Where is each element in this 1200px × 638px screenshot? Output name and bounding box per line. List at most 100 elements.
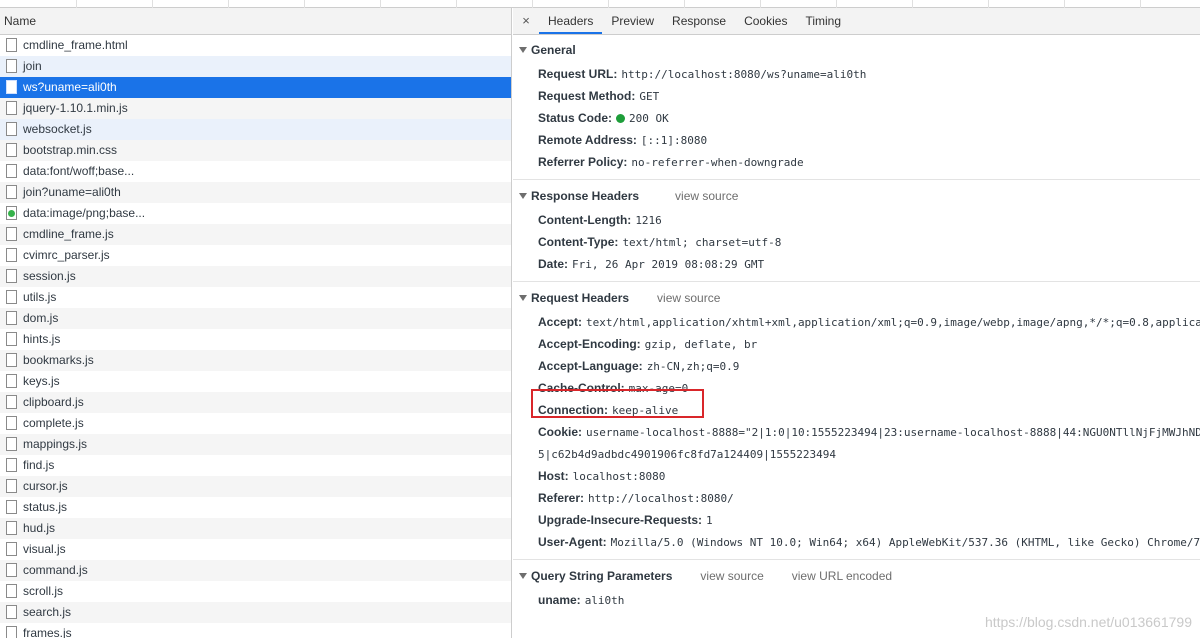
request-list: cmdline_frame.htmljoin ws?uname=ali0th jqu…: [0, 35, 511, 638]
request-row[interactable]: visual.js: [0, 539, 511, 560]
request-headers-toggle[interactable]: Request Headers view source: [513, 288, 1200, 308]
file-icon: [6, 290, 17, 304]
request-row-label: cmdline_frame.html: [23, 37, 128, 52]
request-row-label: find.js: [23, 457, 55, 472]
tab-headers[interactable]: Headers: [539, 8, 603, 34]
request-row[interactable]: dom.js: [0, 308, 511, 329]
file-icon: [6, 437, 17, 451]
file-icon: [6, 101, 17, 115]
request-row-label: join?uname=ali0th: [23, 184, 121, 199]
request-row[interactable]: command.js: [0, 560, 511, 581]
general-title: General: [531, 43, 576, 57]
response-headers-section: Response Headers view source Content-Len…: [513, 180, 1200, 282]
response-header-row: Content-Type: text/html; charset=utf-8: [538, 235, 782, 249]
request-row[interactable]: complete.js: [0, 413, 511, 434]
file-icon: [6, 164, 17, 178]
request-row[interactable]: ws?uname=ali0th: [0, 77, 511, 98]
response-header-row: Content-Length: 1216: [538, 213, 662, 227]
response-header-row: Date: Fri, 26 Apr 2019 08:08:29 GMT: [538, 257, 765, 271]
request-row[interactable]: cvimrc_parser.js: [0, 245, 511, 266]
header-request-method: Request Method: GET: [538, 89, 660, 103]
close-icon[interactable]: ×: [513, 8, 539, 34]
request-row-label: bookmarks.js: [23, 352, 94, 367]
file-icon: [6, 353, 17, 367]
request-row[interactable]: websocket.js: [0, 119, 511, 140]
header-cookie-continued: 5|c62b4d9adbdc4901906fc8fd7a124409|15552…: [538, 448, 837, 461]
request-row[interactable]: join: [0, 56, 511, 77]
query-view-source-link[interactable]: view source: [700, 569, 763, 583]
triangle-down-icon: [519, 295, 527, 301]
request-row[interactable]: keys.js: [0, 371, 511, 392]
tab-cookies[interactable]: Cookies: [735, 8, 796, 34]
request-row-label: visual.js: [23, 541, 66, 556]
request-row-label: data:font/woff;base...: [23, 163, 135, 178]
waterfall-strip: [0, 0, 1200, 8]
request-row-label: ws?uname=ali0th: [23, 79, 117, 94]
header-accept-language: Accept-Language: zh-CN,zh;q=0.9: [538, 359, 740, 373]
status-ok-dot-icon: [616, 114, 626, 123]
header-remote-address: Remote Address: [::1]:8080: [538, 133, 708, 147]
request-row[interactable]: data:font/woff;base...: [0, 161, 511, 182]
file-icon: [6, 416, 17, 430]
file-icon: [6, 122, 17, 136]
query-params-toggle[interactable]: Query String Parameters view source view…: [513, 566, 1200, 586]
file-icon: [6, 38, 17, 52]
tab-timing[interactable]: Timing: [796, 8, 850, 34]
header-referrer-policy: Referrer Policy: no-referrer-when-downgra…: [538, 155, 804, 169]
request-row[interactable]: cursor.js: [0, 476, 511, 497]
file-icon: [6, 332, 17, 346]
file-icon: [6, 500, 17, 514]
triangle-down-icon: [519, 47, 527, 53]
request-row[interactable]: cmdline_frame.js: [0, 224, 511, 245]
general-section-toggle[interactable]: General: [513, 40, 1200, 60]
request-row-label: cvimrc_parser.js: [23, 247, 110, 262]
request-row[interactable]: frames.js: [0, 623, 511, 638]
name-column-header[interactable]: Name: [0, 8, 511, 35]
request-row-label: jquery-1.10.1.min.js: [23, 100, 128, 115]
request-row-label: status.js: [23, 499, 68, 514]
triangle-down-icon: [519, 573, 527, 579]
request-row[interactable]: clipboard.js: [0, 392, 511, 413]
request-row-label: cursor.js: [23, 478, 68, 493]
request-row-label: command.js: [23, 562, 88, 577]
request-row-label: hud.js: [23, 520, 56, 535]
header-request-url: Request URL: http://localhost:8080/ws?una…: [538, 67, 867, 81]
request-row-label: hints.js: [23, 331, 61, 346]
query-view-url-encoded-link[interactable]: view URL encoded: [792, 569, 892, 583]
response-headers-toggle[interactable]: Response Headers view source: [513, 186, 1200, 206]
request-row[interactable]: status.js: [0, 497, 511, 518]
request-row[interactable]: hints.js: [0, 329, 511, 350]
request-row-label: complete.js: [23, 415, 84, 430]
image-icon: [6, 206, 17, 220]
file-icon: [6, 80, 17, 94]
request-row[interactable]: cmdline_frame.html: [0, 35, 511, 56]
header-status-code: Status Code: 200 OK: [538, 111, 669, 125]
request-row[interactable]: utils.js: [0, 287, 511, 308]
response-view-source-link[interactable]: view source: [675, 189, 738, 203]
tab-response[interactable]: Response: [663, 8, 735, 34]
request-row[interactable]: find.js: [0, 455, 511, 476]
request-row-label: mappings.js: [23, 436, 88, 451]
request-row[interactable]: jquery-1.10.1.min.js: [0, 98, 511, 119]
request-row[interactable]: hud.js: [0, 518, 511, 539]
request-row[interactable]: bootstrap.min.css: [0, 140, 511, 161]
request-row-label: dom.js: [23, 310, 59, 325]
request-view-source-link[interactable]: view source: [657, 291, 720, 305]
tab-preview[interactable]: Preview: [602, 8, 663, 34]
request-row-label: session.js: [23, 268, 76, 283]
header-host: Host: localhost:8080: [538, 469, 666, 483]
request-row[interactable]: scroll.js: [0, 581, 511, 602]
request-row[interactable]: search.js: [0, 602, 511, 623]
request-row-label: utils.js: [23, 289, 57, 304]
file-icon: [6, 269, 17, 283]
request-row[interactable]: join?uname=ali0th: [0, 182, 511, 203]
request-row[interactable]: mappings.js: [0, 434, 511, 455]
header-referer: Referer: http://localhost:8080/: [538, 491, 734, 505]
request-row[interactable]: data:image/png;base...: [0, 203, 511, 224]
file-icon: [6, 185, 17, 199]
file-icon: [6, 563, 17, 577]
request-headers-section: Request Headers view source Accept: text/…: [513, 282, 1200, 560]
request-list-panel: Name cmdline_frame.htmljoin ws?uname=ali0…: [0, 8, 512, 638]
request-row[interactable]: bookmarks.js: [0, 350, 511, 371]
request-row[interactable]: session.js: [0, 266, 511, 287]
